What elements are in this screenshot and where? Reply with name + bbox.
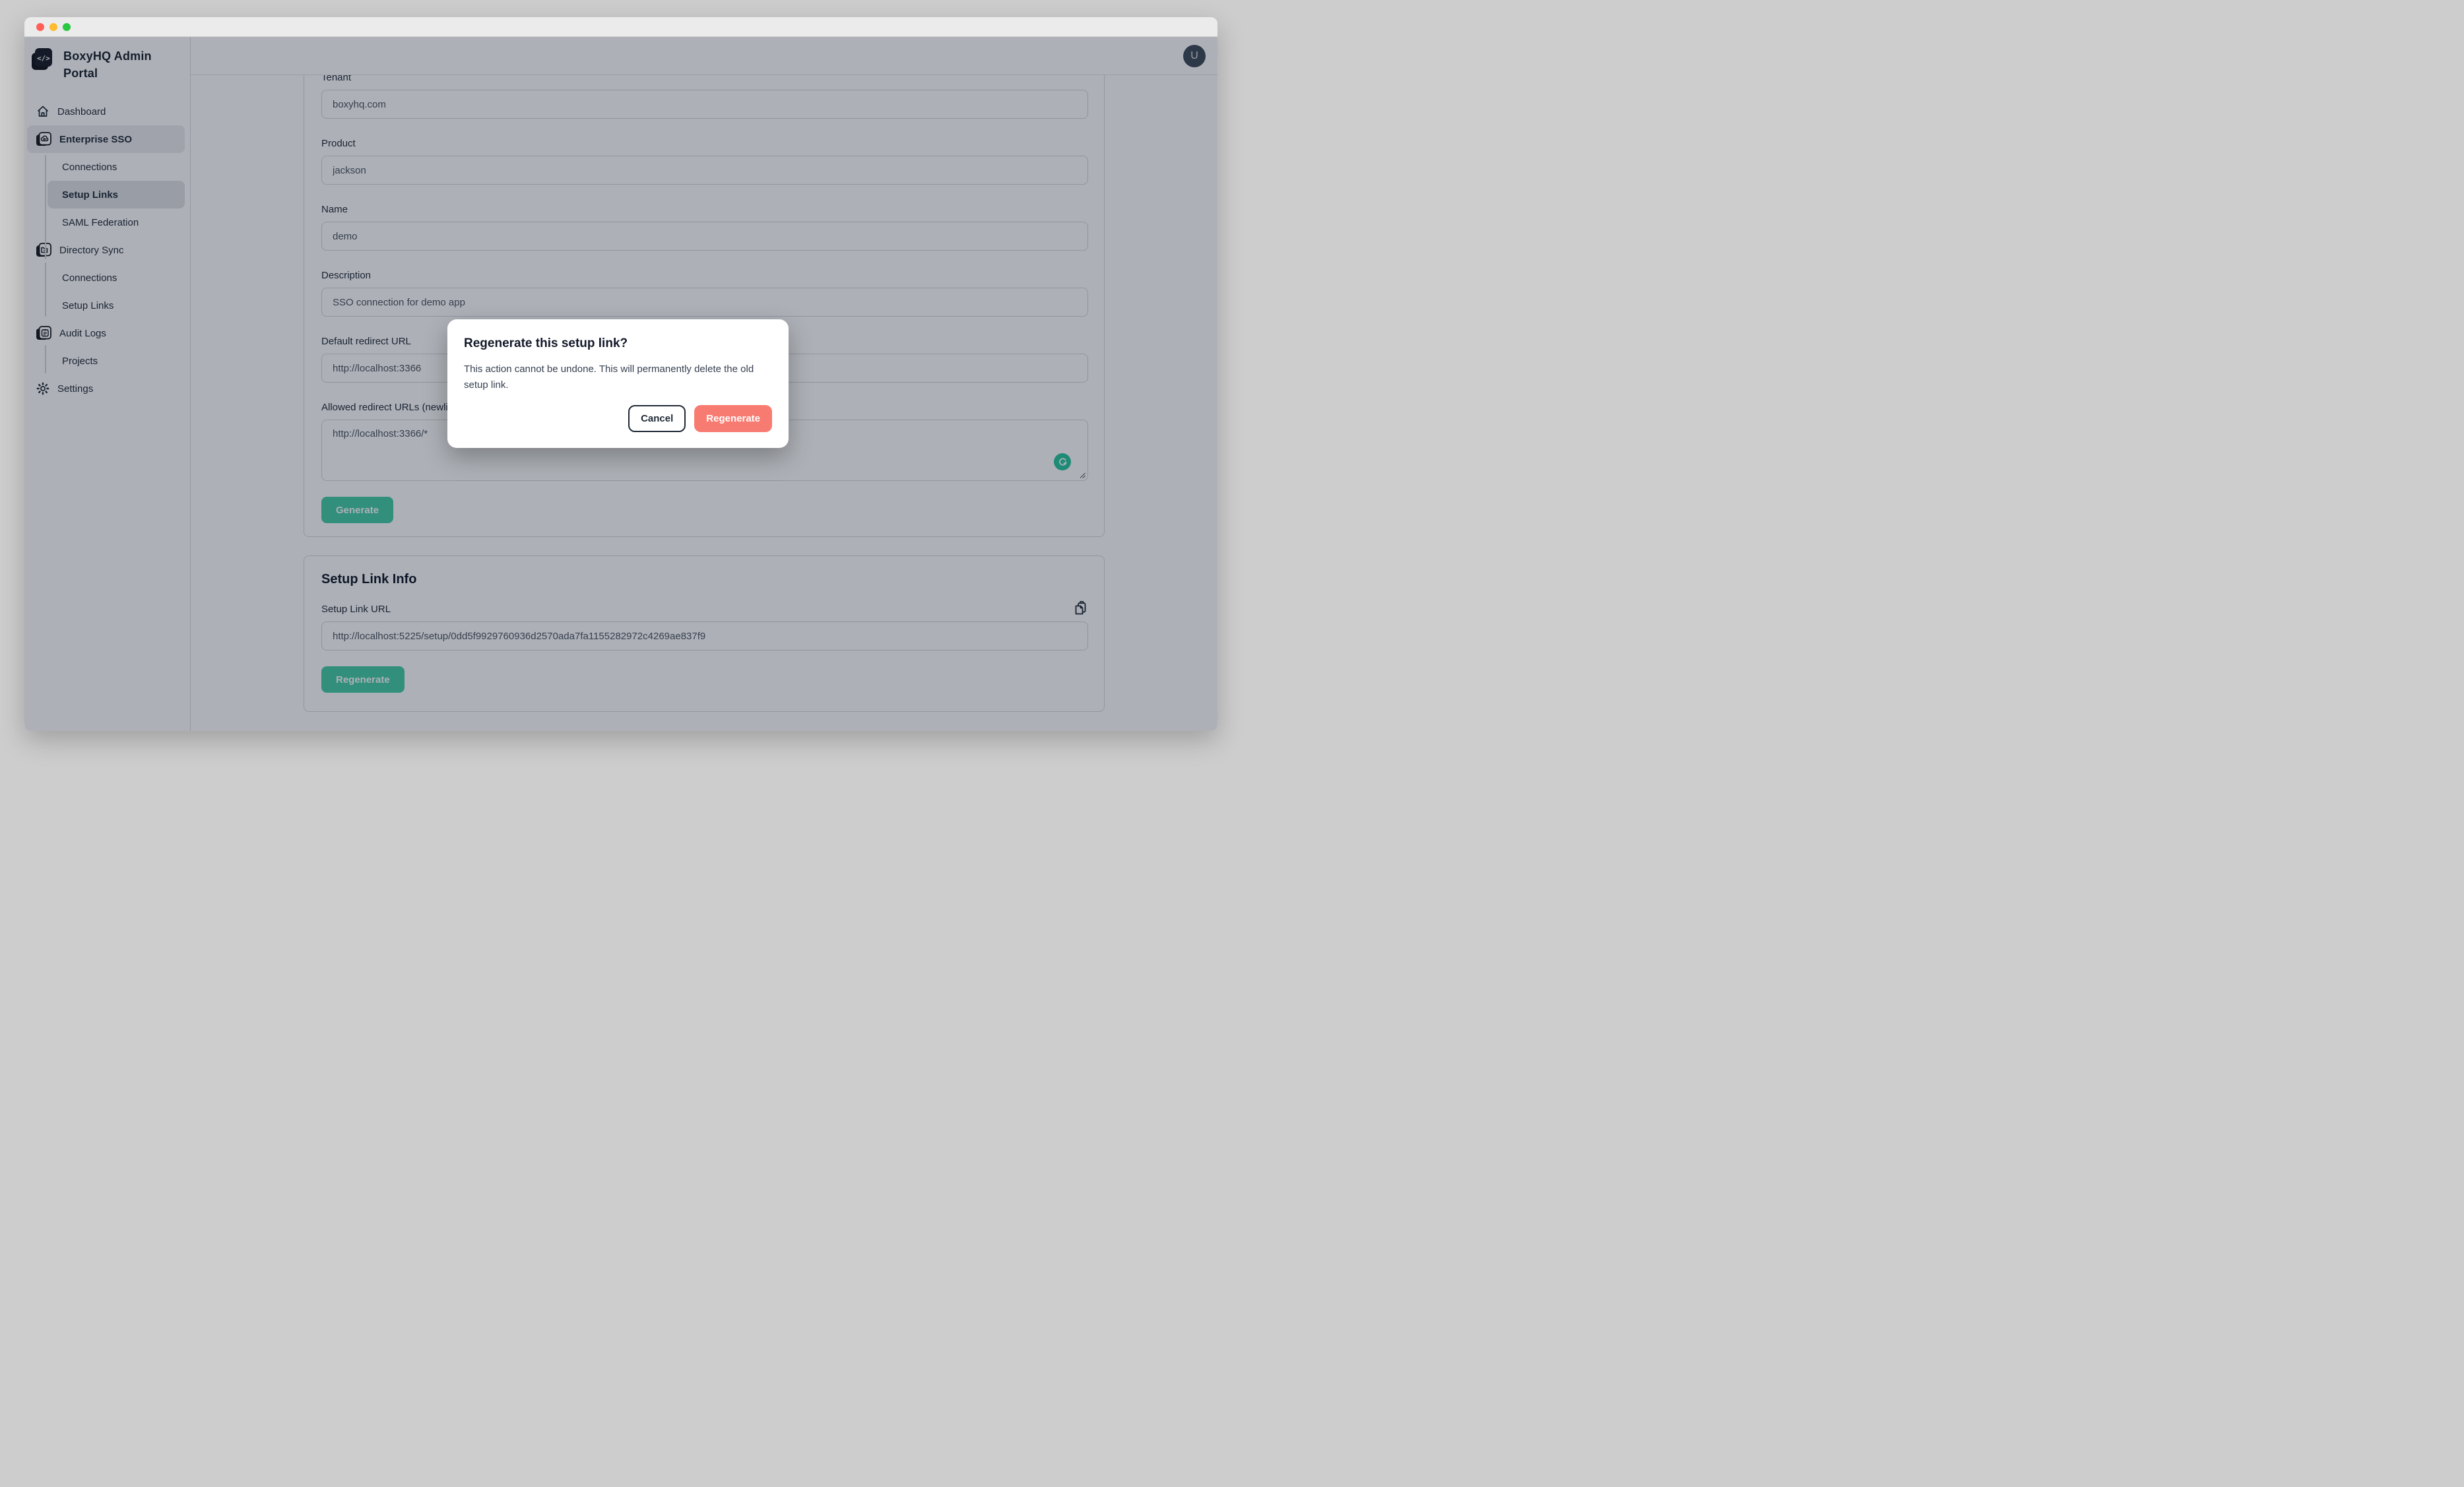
modal-title: Regenerate this setup link? [464,336,772,351]
modal-body-text: This action cannot be undone. This will … [464,362,774,393]
window-titlebar [24,17,1217,37]
modal-regenerate-button[interactable]: Regenerate [694,405,772,432]
maximize-window-icon[interactable] [63,23,71,31]
close-window-icon[interactable] [36,23,44,31]
minimize-window-icon[interactable] [49,23,57,31]
app-window: </> BoxyHQ AdminPortal Da [24,17,1217,731]
app-body: </> BoxyHQ AdminPortal Da [24,37,1217,731]
cancel-button[interactable]: Cancel [628,405,686,432]
regenerate-confirm-modal: Regenerate this setup link? This action … [447,319,789,448]
